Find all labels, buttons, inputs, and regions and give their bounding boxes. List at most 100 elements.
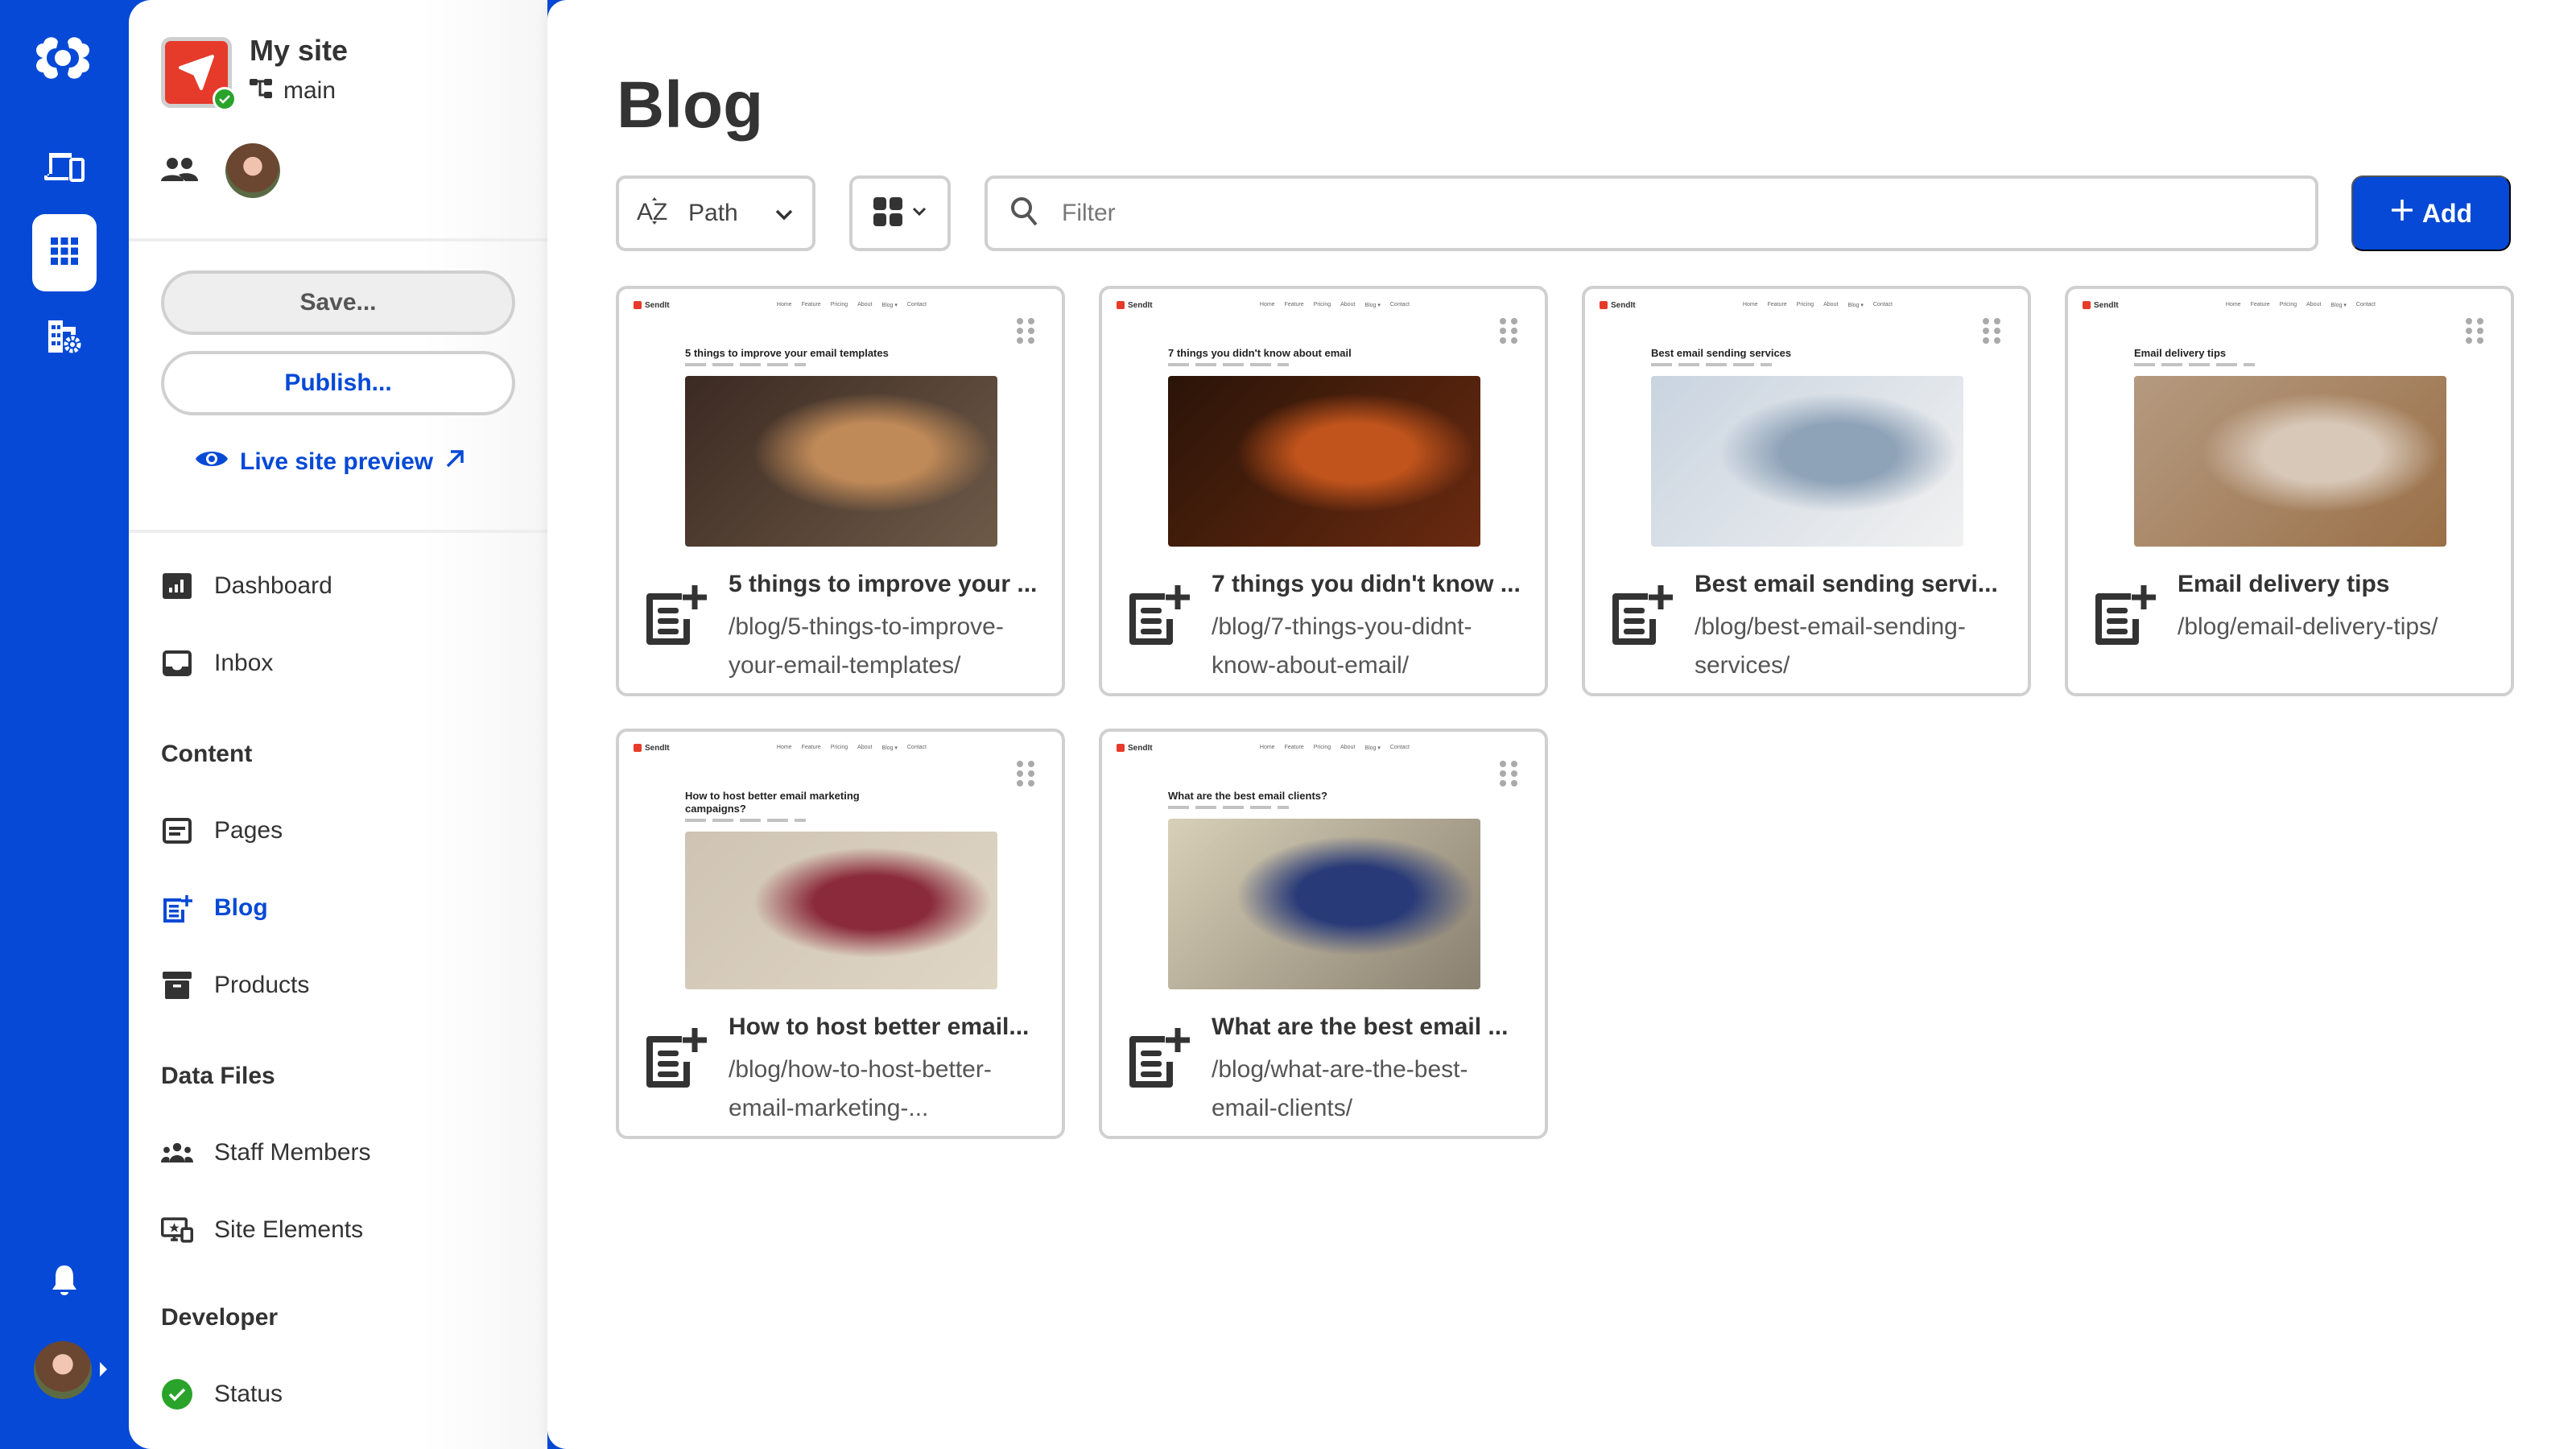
card-title: Email delivery tips [2178, 571, 2390, 597]
user-avatar[interactable] [34, 1341, 92, 1399]
add-button[interactable]: Add [2351, 175, 2511, 251]
drag-handle-icon[interactable] [1500, 761, 1517, 786]
products-icon [161, 969, 193, 1001]
notifications-button[interactable] [32, 1243, 97, 1320]
thumbnail-nav-links: Home Feature Pricing About Blog ▾ Contac… [1259, 302, 1410, 308]
paper-plane-icon [179, 55, 214, 90]
thumbnail-brand: SendIt [634, 301, 670, 310]
site-sidebar: My site main Save... Publish... Live sit… [129, 0, 547, 1449]
sidebar-item-inbox[interactable]: Inbox [161, 647, 273, 679]
blog-post-icon [642, 580, 709, 648]
devices-icon [44, 150, 85, 186]
thumbnail-logo-icon [634, 301, 642, 309]
thumbnail-brand: SendIt [1117, 301, 1153, 310]
filter-input[interactable] [1062, 200, 2269, 227]
drag-handle-icon[interactable] [1983, 318, 2000, 344]
sort-az-icon: AZ [637, 194, 672, 233]
collaborator-avatar[interactable] [225, 143, 280, 198]
blog-card[interactable]: SendIt Home Feature Pricing About Blog ▾… [1099, 729, 1548, 1139]
thumbnail-site-nav: SendIt Home Feature Pricing About Blog ▾… [1600, 297, 2013, 313]
card-title: 7 things you didn't know ... [1212, 571, 1521, 597]
sidebar-item-products[interactable]: Products [161, 969, 309, 1001]
sort-dropdown[interactable]: AZ Path [616, 175, 815, 251]
sidebar-item-staff-members[interactable]: Staff Members [161, 1137, 371, 1169]
thumbnail-hero-image [1651, 376, 1963, 547]
blog-card[interactable]: SendIt Home Feature Pricing About Blog ▾… [1582, 286, 2031, 696]
drag-handle-icon[interactable] [2466, 318, 2483, 344]
collaborators [161, 143, 280, 198]
thumbnail-post-title: What are the best email clients? [1168, 790, 1327, 802]
thumbnail-nav-links: Home Feature Pricing About Blog ▾ Contac… [776, 302, 927, 308]
blog-post-icon [2091, 580, 2158, 648]
thumbnail-post-meta [1168, 806, 1289, 809]
section-heading-developer: Developer [161, 1304, 279, 1331]
rail-devices-button[interactable] [32, 129, 97, 206]
thumbnail-post-title: 7 things you didn't know about email [1168, 347, 1352, 359]
plus-icon [2390, 198, 2414, 229]
sidebar-divider [129, 530, 547, 533]
blog-post-icon [642, 1023, 709, 1091]
rail-org-settings-button[interactable] [32, 299, 97, 377]
drag-handle-icon[interactable] [1017, 761, 1034, 786]
site-status-check-icon [213, 87, 237, 111]
blog-card[interactable]: SendIt Home Feature Pricing About Blog ▾… [616, 286, 1065, 696]
thumbnail-post-title: Best email sending services [1651, 347, 1792, 359]
user-menu-caret-icon[interactable] [100, 1362, 107, 1377]
card-path: /blog/what-are-the-best-email-clients/ [1212, 1056, 1468, 1121]
filter-field[interactable] [985, 175, 2318, 251]
drag-handle-icon[interactable] [1017, 318, 1034, 344]
grid-view-icon [873, 196, 902, 230]
live-site-preview-link[interactable]: Live site preview [195, 448, 465, 477]
add-label: Add [2421, 198, 2473, 228]
thumbnail-site-nav: SendIt Home Feature Pricing About Blog ▾… [1117, 740, 1530, 756]
staff-icon [161, 1137, 193, 1169]
thumbnail-post-meta [1651, 363, 1772, 366]
sidebar-item-label: Dashboard [214, 572, 332, 599]
apps-grid-icon [51, 237, 78, 269]
card-title: How to host better email... [729, 1013, 1030, 1040]
thumbnail-site-nav: SendIt Home Feature Pricing About Blog ▾… [634, 740, 1047, 756]
card-title: Best email sending servi... [1695, 571, 1998, 597]
sidebar-item-label: Inbox [214, 650, 274, 676]
thumbnail-post-title: Email delivery tips [2134, 347, 2227, 359]
thumbnail-nav-links: Home Feature Pricing About Blog ▾ Contac… [1742, 302, 1893, 308]
thumbnail-nav-links: Home Feature Pricing About Blog ▾ Contac… [2225, 302, 2376, 308]
sort-label: Path [688, 200, 738, 226]
branch-icon [250, 76, 274, 106]
sidebar-item-blog[interactable]: Blog [161, 892, 268, 924]
sidebar-item-status[interactable]: Status [161, 1378, 283, 1410]
thumbnail-hero-image [2134, 376, 2446, 547]
thumbnail-site-nav: SendIt Home Feature Pricing About Blog ▾… [634, 297, 1047, 313]
bell-icon [51, 1264, 78, 1300]
thumbnail-brand: SendIt [2083, 301, 2119, 310]
thumbnail-logo-icon [1117, 744, 1125, 752]
thumbnail-logo-icon [2083, 301, 2091, 309]
blog-card[interactable]: SendIt Home Feature Pricing About Blog ▾… [616, 729, 1065, 1139]
blog-card[interactable]: SendIt Home Feature Pricing About Blog ▾… [2065, 286, 2514, 696]
thumbnail-post-meta [1168, 363, 1289, 366]
sidebar-item-label: Status [214, 1381, 283, 1407]
thumbnail-logo-icon [1117, 301, 1125, 309]
branch-selector[interactable]: main [250, 76, 336, 106]
save-button[interactable]: Save... [161, 270, 515, 335]
thumbnail-logo-icon [1600, 301, 1608, 309]
sidebar-item-dashboard[interactable]: Dashboard [161, 570, 332, 602]
live-site-preview-label: Live site preview [240, 448, 434, 475]
publish-button[interactable]: Publish... [161, 351, 515, 415]
view-mode-dropdown[interactable] [849, 175, 951, 251]
sidebar-item-site-elements[interactable]: Site Elements [161, 1214, 363, 1246]
people-icon [161, 157, 198, 185]
section-heading-content: Content [161, 741, 253, 767]
blog-card[interactable]: SendIt Home Feature Pricing About Blog ▾… [1099, 286, 1548, 696]
eye-icon [195, 448, 229, 477]
cloudcannon-logo-icon[interactable] [32, 32, 93, 84]
external-link-arrow-icon [444, 448, 465, 476]
branch-name: main [283, 77, 336, 104]
dashboard-icon [161, 570, 193, 602]
sidebar-item-pages[interactable]: Pages [161, 815, 283, 847]
app-rail [0, 0, 129, 1449]
drag-handle-icon[interactable] [1500, 318, 1517, 344]
search-icon [1010, 196, 1039, 231]
rail-apps-button[interactable] [32, 214, 97, 291]
thumbnail-post-title: 5 things to improve your email templates [685, 347, 889, 359]
